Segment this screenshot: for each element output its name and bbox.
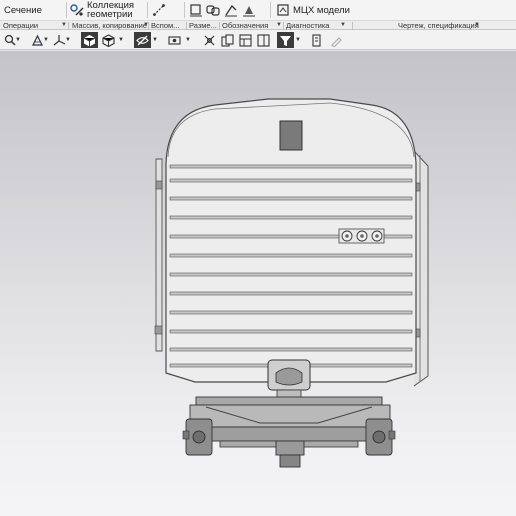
group-separator — [219, 22, 220, 30]
filter-icon — [280, 35, 291, 46]
chevron-down-icon: ▼ — [152, 37, 158, 43]
filter-dropdown[interactable]: ▼ — [294, 32, 302, 48]
visibility-button[interactable] — [166, 32, 183, 48]
shaded-icon — [102, 33, 115, 47]
display-mode-icon — [83, 34, 96, 46]
ribbon-separator — [66, 2, 67, 18]
visibility-icon — [168, 35, 181, 45]
group-operations[interactable]: Операции ▼ — [3, 21, 67, 30]
group-drawing-spec-label: Чертеж, спецификация — [398, 21, 479, 30]
roof-hatch — [279, 120, 303, 151]
collection-geometry-button[interactable]: Коллекция геометрии — [70, 0, 134, 20]
dimension-button[interactable] — [189, 0, 206, 20]
orient-dropdown[interactable]: ▼ — [42, 32, 50, 48]
chevron-down-icon: ▼ — [61, 22, 67, 28]
group-drawing-spec[interactable]: Чертеж, спецификация ▼ — [398, 21, 480, 30]
chevron-down-icon: ▼ — [43, 37, 49, 43]
copy-icon — [221, 33, 234, 47]
chevron-down-icon: ▼ — [118, 37, 124, 43]
group-separator — [186, 22, 187, 30]
filter-button[interactable] — [277, 32, 294, 48]
railcar-model — [154, 98, 429, 468]
group-designations[interactable]: Обозначения ▼ — [222, 21, 282, 30]
copy-button[interactable] — [219, 32, 236, 48]
coupler — [267, 359, 311, 399]
group-separator — [352, 22, 353, 30]
ribbon-separator — [270, 2, 271, 18]
edit-button[interactable] — [328, 32, 345, 48]
zoom-dropdown[interactable]: ▼ — [14, 32, 22, 48]
ribbon-group-labels: Операции ▼ Массив, копирование ▼ Вспом..… — [0, 20, 516, 30]
chevron-down-icon: ▼ — [276, 22, 282, 28]
group-diagnostics-label: Диагностика — [286, 21, 330, 30]
hide-dropdown[interactable]: ▼ — [151, 32, 159, 48]
chevron-down-icon: ▼ — [295, 37, 301, 43]
chevron-down-icon: ▼ — [185, 37, 191, 43]
shaded-button[interactable] — [100, 32, 117, 48]
link-icon — [206, 3, 220, 17]
mcx-button[interactable]: МЦХ модели — [276, 0, 350, 20]
weld-button[interactable] — [242, 0, 259, 20]
group-diagnostics[interactable]: Диагностика ▼ — [286, 21, 346, 30]
group-auxiliary[interactable]: Вспом... — [151, 21, 179, 30]
display-mode-button[interactable] — [81, 32, 98, 48]
chevron-down-icon: ▼ — [340, 22, 346, 28]
visibility-dropdown[interactable]: ▼ — [184, 32, 192, 48]
dimension-icon — [189, 3, 203, 17]
designation-button[interactable] — [224, 0, 241, 20]
ribbon-separator — [184, 2, 185, 18]
signal-lights — [338, 228, 385, 244]
group-separator — [68, 22, 69, 30]
view-toolbar: ▼ ▼ ▼ ▼ ▼ ▼ ▼ — [0, 30, 516, 50]
collection-geometry-text: Коллекция геометрии — [87, 1, 134, 20]
weld-icon — [242, 3, 256, 17]
grid-button[interactable] — [201, 32, 218, 48]
hide-button[interactable] — [134, 32, 151, 48]
group-separator — [148, 22, 149, 30]
designation-icon — [224, 3, 238, 17]
group-dimensions[interactable]: Разме... — [189, 21, 217, 30]
measure-tool-button[interactable] — [309, 32, 326, 48]
group-separator — [283, 22, 284, 30]
group-operations-label: Операции — [3, 21, 39, 30]
panel-icon — [239, 33, 252, 47]
mcx-label: МЦХ модели — [293, 4, 350, 16]
shaded-dropdown[interactable]: ▼ — [117, 32, 125, 48]
panel-icon — [257, 33, 270, 47]
group-mass-copy-label: Массив, копирование — [72, 21, 148, 30]
measure-icon — [152, 3, 166, 17]
ribbon: Сечение Коллекция геометрии МЦХ модели — [0, 0, 516, 20]
panel2-button[interactable] — [255, 32, 272, 48]
group-dimensions-label: Разме... — [189, 21, 217, 30]
link-button[interactable] — [206, 0, 223, 20]
group-auxiliary-label: Вспом... — [151, 21, 180, 30]
left-post-bracket — [155, 180, 163, 190]
axle-hub — [275, 440, 305, 468]
section-button[interactable]: Сечение — [4, 0, 42, 20]
left-post-bracket — [154, 325, 163, 335]
group-mass-copy[interactable]: Массив, копирование ▼ — [72, 21, 149, 30]
measure-button[interactable] — [152, 0, 169, 20]
ribbon-separator — [147, 2, 148, 18]
chevron-down-icon: ▼ — [65, 37, 71, 43]
group-designations-label: Обозначения — [222, 21, 269, 30]
collection-geometry-icon — [70, 3, 84, 17]
hide-icon — [136, 35, 149, 45]
section-label: Сечение — [4, 4, 42, 16]
mcx-icon — [276, 3, 290, 17]
collection-label-line2: геометрии — [87, 9, 133, 20]
axis-dropdown[interactable]: ▼ — [64, 32, 72, 48]
measure-tool-icon — [312, 33, 321, 47]
grid-icon — [204, 35, 215, 45]
model-viewport[interactable] — [0, 51, 516, 516]
chevron-down-icon: ▼ — [474, 22, 480, 28]
chevron-down-icon: ▼ — [15, 37, 21, 43]
edit-icon — [331, 36, 342, 47]
panel-button[interactable] — [237, 32, 254, 48]
